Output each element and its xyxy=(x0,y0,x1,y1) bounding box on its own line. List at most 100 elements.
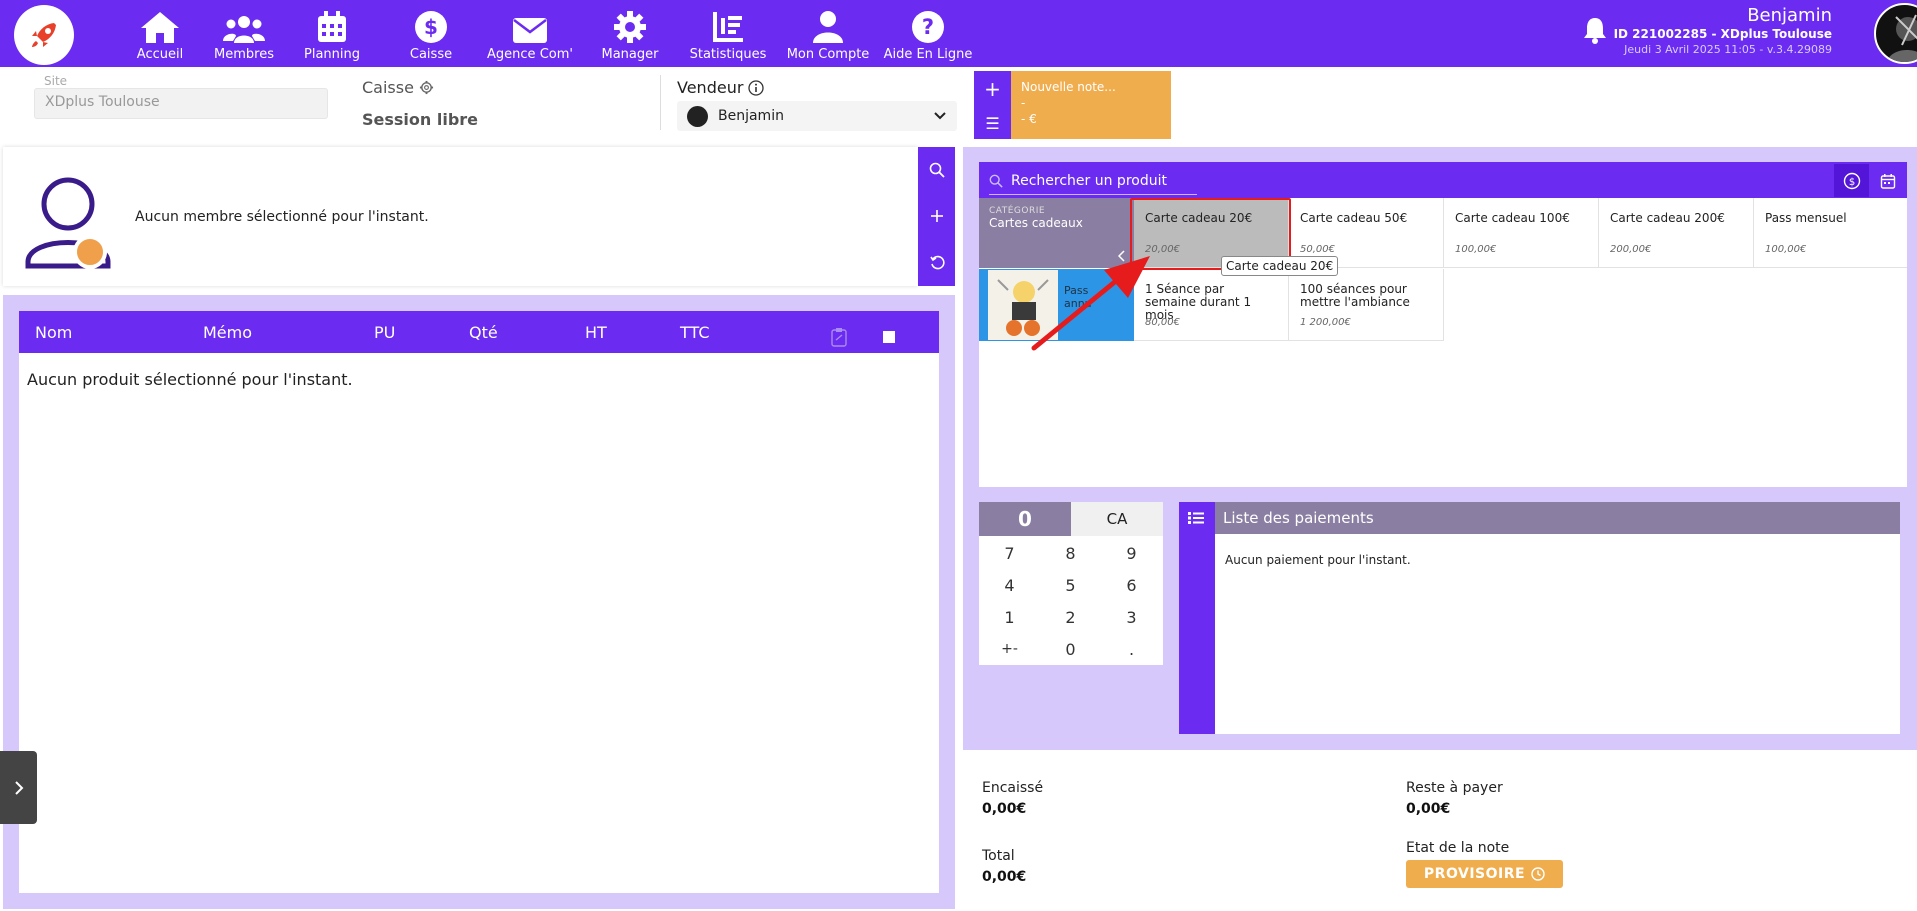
clock-icon xyxy=(1531,867,1545,881)
key-plus-minus[interactable]: +- xyxy=(979,633,1040,665)
divider xyxy=(660,75,661,130)
key-7[interactable]: 7 xyxy=(979,537,1040,569)
session-status: Session libre xyxy=(362,110,479,129)
key-3[interactable]: 3 xyxy=(1101,601,1162,633)
list-icon[interactable] xyxy=(1188,511,1204,525)
note-amount: - € xyxy=(1021,112,1037,126)
product-tile[interactable]: Pass mensuel 100,00€ xyxy=(1754,198,1907,268)
select-all-checkbox[interactable] xyxy=(883,331,895,343)
price-filter-button[interactable]: $ xyxy=(1834,164,1869,197)
product-name: Carte cadeau 100€ xyxy=(1455,211,1570,225)
payments-empty-text: Aucun paiement pour l'instant. xyxy=(1225,553,1411,567)
site-label: Site xyxy=(44,74,68,88)
calendar-filter-button[interactable] xyxy=(1869,164,1907,197)
reste-label: Reste à payer xyxy=(1406,780,1503,796)
users-icon xyxy=(223,16,265,43)
product-price: 200,00€ xyxy=(1610,244,1652,255)
product-price: 1 200,00€ xyxy=(1300,317,1351,328)
product-tooltip: Carte cadeau 20€ xyxy=(1221,256,1339,276)
note-line: - xyxy=(1021,96,1026,110)
col-memo: Mémo xyxy=(203,323,253,342)
nav-planning[interactable]: Planning xyxy=(284,4,380,64)
svg-text:?: ? xyxy=(922,15,934,39)
nav-membres[interactable]: Membres xyxy=(196,4,292,64)
menu-icon[interactable]: ☰ xyxy=(985,114,999,133)
note-title: Nouvelle note... xyxy=(1021,80,1116,94)
keypad-mode-button[interactable]: CA xyxy=(1071,502,1163,536)
col-ttc: TTC xyxy=(680,323,710,342)
search-icon[interactable] xyxy=(929,162,945,178)
key-0[interactable]: 0 xyxy=(1040,633,1101,665)
key-8[interactable]: 8 xyxy=(1040,537,1101,569)
keypad-display: 0 xyxy=(979,502,1071,536)
member-actions xyxy=(918,147,955,286)
payments-sidebar xyxy=(1179,502,1215,734)
question-circle-icon: ? xyxy=(912,11,944,43)
total-value: 0,00€ xyxy=(982,869,1027,885)
clipboard-icon[interactable] xyxy=(831,327,847,347)
member-empty-text: Aucun membre sélectionné pour l'instant. xyxy=(135,209,429,225)
vendeur-avatar xyxy=(687,105,708,127)
product-tile[interactable]: Carte cadeau 100€ 100,00€ xyxy=(1444,198,1599,268)
product-name: Carte cadeau 200€ xyxy=(1610,211,1725,225)
nav-statistiques[interactable]: Statistiques xyxy=(680,4,776,64)
nav-mon-compte[interactable]: Mon Compte xyxy=(778,4,878,64)
plus-icon[interactable] xyxy=(929,208,945,224)
caisse-title: Caisse xyxy=(362,78,434,97)
svg-text:$: $ xyxy=(1848,177,1854,188)
gear-icon[interactable] xyxy=(419,80,434,95)
key-5[interactable]: 5 xyxy=(1040,569,1101,601)
total-label: Total xyxy=(982,848,1015,864)
product-name: 100 séances pour mettre l'ambiance xyxy=(1300,282,1410,309)
product-name: Pass mensuel xyxy=(1765,211,1847,225)
encaisse-value: 0,00€ xyxy=(982,801,1027,817)
user-id: ID 221002285 - XDplus Toulouse xyxy=(1613,27,1832,41)
key-4[interactable]: 4 xyxy=(979,569,1040,601)
red-arrow-annotation xyxy=(1031,256,1150,351)
reset-icon[interactable] xyxy=(929,255,945,271)
nav-aide-en-ligne[interactable]: ? Aide En Ligne xyxy=(878,4,978,64)
product-price: 50,00€ xyxy=(1300,244,1335,255)
cart-table xyxy=(19,311,939,893)
product-tile[interactable]: Carte cadeau 200€ 200,00€ xyxy=(1599,198,1754,268)
dollar-circle-icon: $ xyxy=(415,11,447,43)
product-tile[interactable]: 100 séances pour mettre l'ambiance 1 200… xyxy=(1289,269,1444,341)
payments-header: Liste des paiements xyxy=(1215,502,1900,534)
vendeur-select[interactable]: Benjamin xyxy=(677,101,957,131)
note-status-button[interactable]: PROVISOIRE xyxy=(1406,860,1563,888)
col-pu: PU xyxy=(374,323,396,342)
vendeur-title: Vendeur xyxy=(677,78,765,97)
nav-caisse[interactable]: $ Caisse xyxy=(383,4,479,64)
site-input[interactable]: XDplus Toulouse xyxy=(34,88,328,119)
svg-text:$: $ xyxy=(424,15,438,39)
etat-label: Etat de la note xyxy=(1406,840,1510,856)
nav-agence-com[interactable]: Agence Com' xyxy=(482,4,578,64)
info-icon[interactable] xyxy=(748,79,765,96)
key-dot[interactable]: . xyxy=(1101,633,1162,665)
nav-accueil[interactable]: Accueil xyxy=(112,4,208,64)
dollar-circle-icon: $ xyxy=(1843,172,1860,189)
add-note-icon[interactable]: + xyxy=(984,77,1001,101)
col-nom: Nom xyxy=(35,323,73,342)
key-2[interactable]: 2 xyxy=(1040,601,1101,633)
search-icon xyxy=(989,174,1003,188)
col-ht: HT xyxy=(585,323,607,342)
note-actions: + ☰ xyxy=(974,71,1011,139)
key-1[interactable]: 1 xyxy=(979,601,1040,633)
user-info: Benjamin ID 221002285 - XDplus Toulouse … xyxy=(1560,5,1832,57)
key-9[interactable]: 9 xyxy=(1101,537,1162,569)
reste-value: 0,00€ xyxy=(1406,801,1451,817)
product-name: Carte cadeau 50€ xyxy=(1300,211,1408,225)
encaisse-label: Encaissé xyxy=(982,780,1044,796)
product-search-input[interactable]: Rechercher un produit xyxy=(989,168,1197,195)
calendar-icon xyxy=(1880,173,1896,189)
category-key: CATÉGORIE xyxy=(989,206,1046,216)
product-price: 100,00€ xyxy=(1455,244,1497,255)
nav-manager[interactable]: Manager xyxy=(582,4,678,64)
sidebar-toggle[interactable] xyxy=(0,751,37,824)
home-icon xyxy=(141,12,179,43)
user-name: Benjamin xyxy=(1747,5,1832,26)
note-card[interactable]: Nouvelle note... - - € xyxy=(1011,71,1171,139)
rocket-logo-icon[interactable] xyxy=(14,5,74,65)
key-6[interactable]: 6 xyxy=(1101,569,1162,601)
